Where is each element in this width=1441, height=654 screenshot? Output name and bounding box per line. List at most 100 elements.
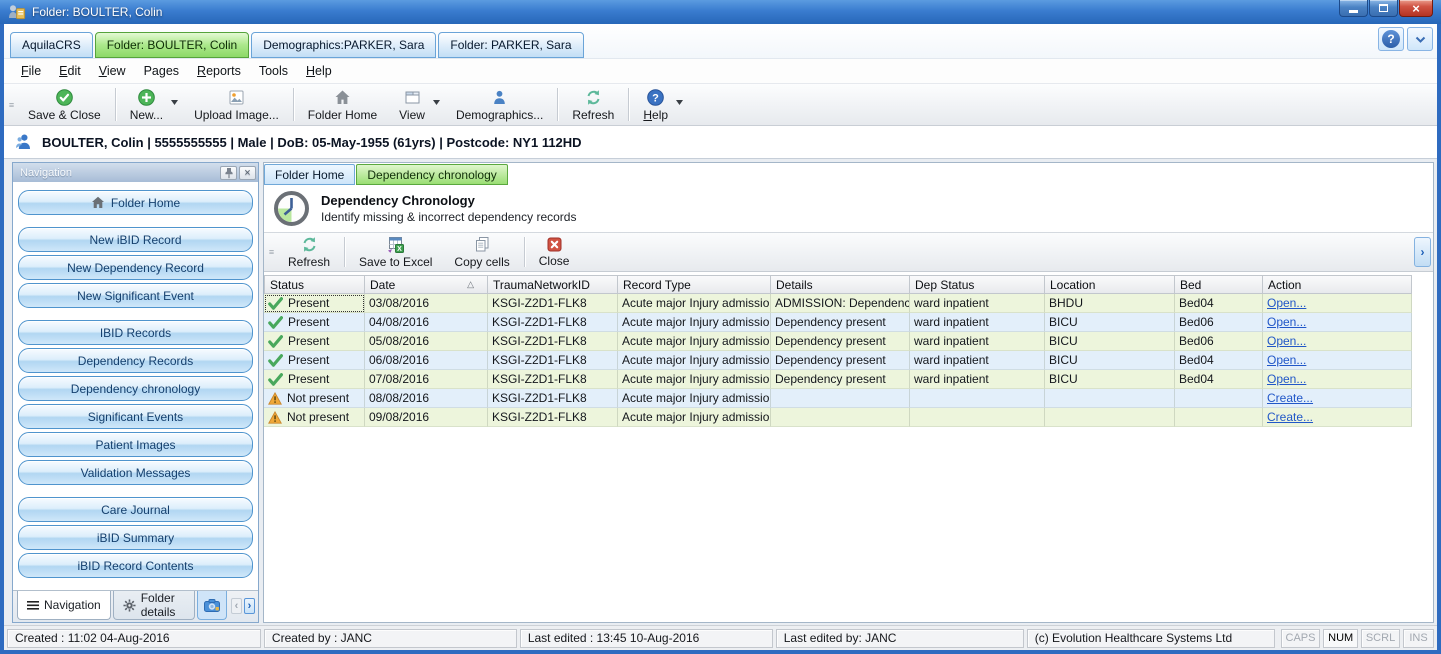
table-row[interactable]: Present07/08/2016KSGI-Z2D1-FLK8Acute maj… [264,370,1433,389]
page-tab-folder-home[interactable]: Folder Home [264,164,355,185]
cell-action[interactable]: Open... [1263,294,1412,313]
cell-location[interactable] [1045,408,1175,427]
pin-button[interactable] [220,166,237,180]
cell-bed[interactable]: Bed06 [1175,313,1263,332]
cell-details[interactable] [771,408,910,427]
menu-reports[interactable]: Reports [188,60,250,82]
help-button[interactable]: ? [1378,27,1404,51]
tab-scroll-left-button[interactable]: ‹ [231,598,242,614]
nav-button-folder-home[interactable]: Folder Home [18,190,253,215]
cell-date[interactable]: 04/08/2016 [365,313,488,332]
nav-button-new-dependency-record[interactable]: New Dependency Record [18,255,253,280]
cell-trauma-network-id[interactable]: KSGI-Z2D1-FLK8 [488,408,618,427]
nav-button-dependency-records[interactable]: Dependency Records [18,348,253,373]
column-header-action[interactable]: Action [1263,275,1412,294]
cell-dep-status[interactable]: ward inpatient [910,294,1045,313]
menu-help[interactable]: Help [297,60,341,82]
demographics-button[interactable]: Demographics... [445,84,554,125]
refresh-button[interactable]: Refresh [561,84,625,125]
table-row[interactable]: Not present08/08/2016KSGI-Z2D1-FLK8Acute… [264,389,1433,408]
cell-bed[interactable]: Bed04 [1175,351,1263,370]
action-link-open[interactable]: Open... [1267,296,1306,310]
column-header-traumanetworkid[interactable]: TraumaNetworkID [488,275,618,294]
doc-tab-aquilacrs[interactable]: AquilaCRS [10,32,93,58]
nav-button-patient-images[interactable]: Patient Images [18,432,253,457]
column-header-record-type[interactable]: Record Type [618,275,771,294]
nav-button-dependency-chronology[interactable]: Dependency chronology [18,376,253,401]
cell-dep-status[interactable]: ward inpatient [910,332,1045,351]
cell-details[interactable]: Dependency present [771,332,910,351]
cell-record-type[interactable]: Acute major Injury admission ( [618,351,771,370]
action-link-open[interactable]: Open... [1267,334,1306,348]
column-header-bed[interactable]: Bed [1175,275,1263,294]
cell-record-type[interactable]: Acute major Injury admission ( [618,408,771,427]
view-button[interactable]: View [388,84,445,125]
cell-status[interactable]: Present [264,294,365,313]
panel-close-button[interactable]: × [239,166,256,180]
table-row[interactable]: Not present09/08/2016KSGI-Z2D1-FLK8Acute… [264,408,1433,427]
upload-image-button[interactable]: Upload Image... [183,84,290,125]
cell-dep-status[interactable] [910,389,1045,408]
cell-details[interactable]: Dependency present [771,370,910,389]
tab-list-dropdown-button[interactable] [1407,27,1433,51]
cell-action[interactable]: Create... [1263,408,1412,427]
cell-action[interactable]: Open... [1263,332,1412,351]
cell-trauma-network-id[interactable]: KSGI-Z2D1-FLK8 [488,351,618,370]
close-button[interactable]: × [1399,0,1433,17]
nav-button-new-ibid-record[interactable]: New iBID Record [18,227,253,252]
cell-action[interactable]: Create... [1263,389,1412,408]
tab-scroll-right-button[interactable]: › [244,598,255,614]
table-row[interactable]: Present05/08/2016KSGI-Z2D1-FLK8Acute maj… [264,332,1433,351]
nav-button-significant-events[interactable]: Significant Events [18,404,253,429]
cell-date[interactable]: 05/08/2016 [365,332,488,351]
cell-status[interactable]: Present [264,332,365,351]
cell-bed[interactable] [1175,408,1263,427]
cell-status[interactable]: Present [264,313,365,332]
cell-location[interactable]: BHDU [1045,294,1175,313]
help-button[interactable]: ?Help [632,84,688,125]
cell-record-type[interactable]: Acute major Injury admission ( [618,389,771,408]
cell-status[interactable]: Not present [264,408,365,427]
cell-status[interactable]: Present [264,370,365,389]
page-tab-dependency-chronology[interactable]: Dependency chronology [356,164,507,185]
refresh-button[interactable]: Refresh [277,233,341,271]
cell-date[interactable]: 09/08/2016 [365,408,488,427]
column-header-date[interactable]: Date△ [365,275,488,294]
action-link-create[interactable]: Create... [1267,391,1313,405]
cell-bed[interactable]: Bed06 [1175,332,1263,351]
cell-trauma-network-id[interactable]: KSGI-Z2D1-FLK8 [488,313,618,332]
cell-action[interactable]: Open... [1263,351,1412,370]
doc-tab-folder-parker-sara[interactable]: Folder: PARKER, Sara [438,32,583,58]
cell-status[interactable]: Present [264,351,365,370]
table-row[interactable]: Present06/08/2016KSGI-Z2D1-FLK8Acute maj… [264,351,1433,370]
action-link-open[interactable]: Open... [1267,315,1306,329]
nav-button-ibid-record-contents[interactable]: iBID Record Contents [18,553,253,578]
cell-trauma-network-id[interactable]: KSGI-Z2D1-FLK8 [488,294,618,313]
tab-folder-details[interactable]: Folder details [113,591,195,620]
cell-location[interactable] [1045,389,1175,408]
cell-dep-status[interactable]: ward inpatient [910,351,1045,370]
cell-date[interactable]: 06/08/2016 [365,351,488,370]
menu-view[interactable]: View [90,60,135,82]
column-header-location[interactable]: Location [1045,275,1175,294]
cell-location[interactable]: BICU [1045,313,1175,332]
cell-date[interactable]: 08/08/2016 [365,389,488,408]
cell-dep-status[interactable]: ward inpatient [910,313,1045,332]
cell-dep-status[interactable]: ward inpatient [910,370,1045,389]
menu-file[interactable]: File [12,60,50,82]
cell-location[interactable]: BICU [1045,332,1175,351]
cell-record-type[interactable]: Acute major Injury admission ( [618,332,771,351]
menu-tools[interactable]: Tools [250,60,297,82]
column-header-details[interactable]: Details [771,275,910,294]
doc-tab-demographics-parker-sara[interactable]: Demographics:PARKER, Sara [251,32,436,58]
tab-patient-images[interactable] [197,591,227,620]
toolbar-overflow-button[interactable]: › [1414,237,1431,267]
folder-home-button[interactable]: Folder Home [297,84,388,125]
cell-location[interactable]: BICU [1045,351,1175,370]
nav-button-new-significant-event[interactable]: New Significant Event [18,283,253,308]
nav-button-validation-messages[interactable]: Validation Messages [18,460,253,485]
cell-record-type[interactable]: Acute major Injury admission ( [618,313,771,332]
cell-trauma-network-id[interactable]: KSGI-Z2D1-FLK8 [488,389,618,408]
close-button[interactable]: Close [528,233,581,271]
cell-bed[interactable]: Bed04 [1175,370,1263,389]
